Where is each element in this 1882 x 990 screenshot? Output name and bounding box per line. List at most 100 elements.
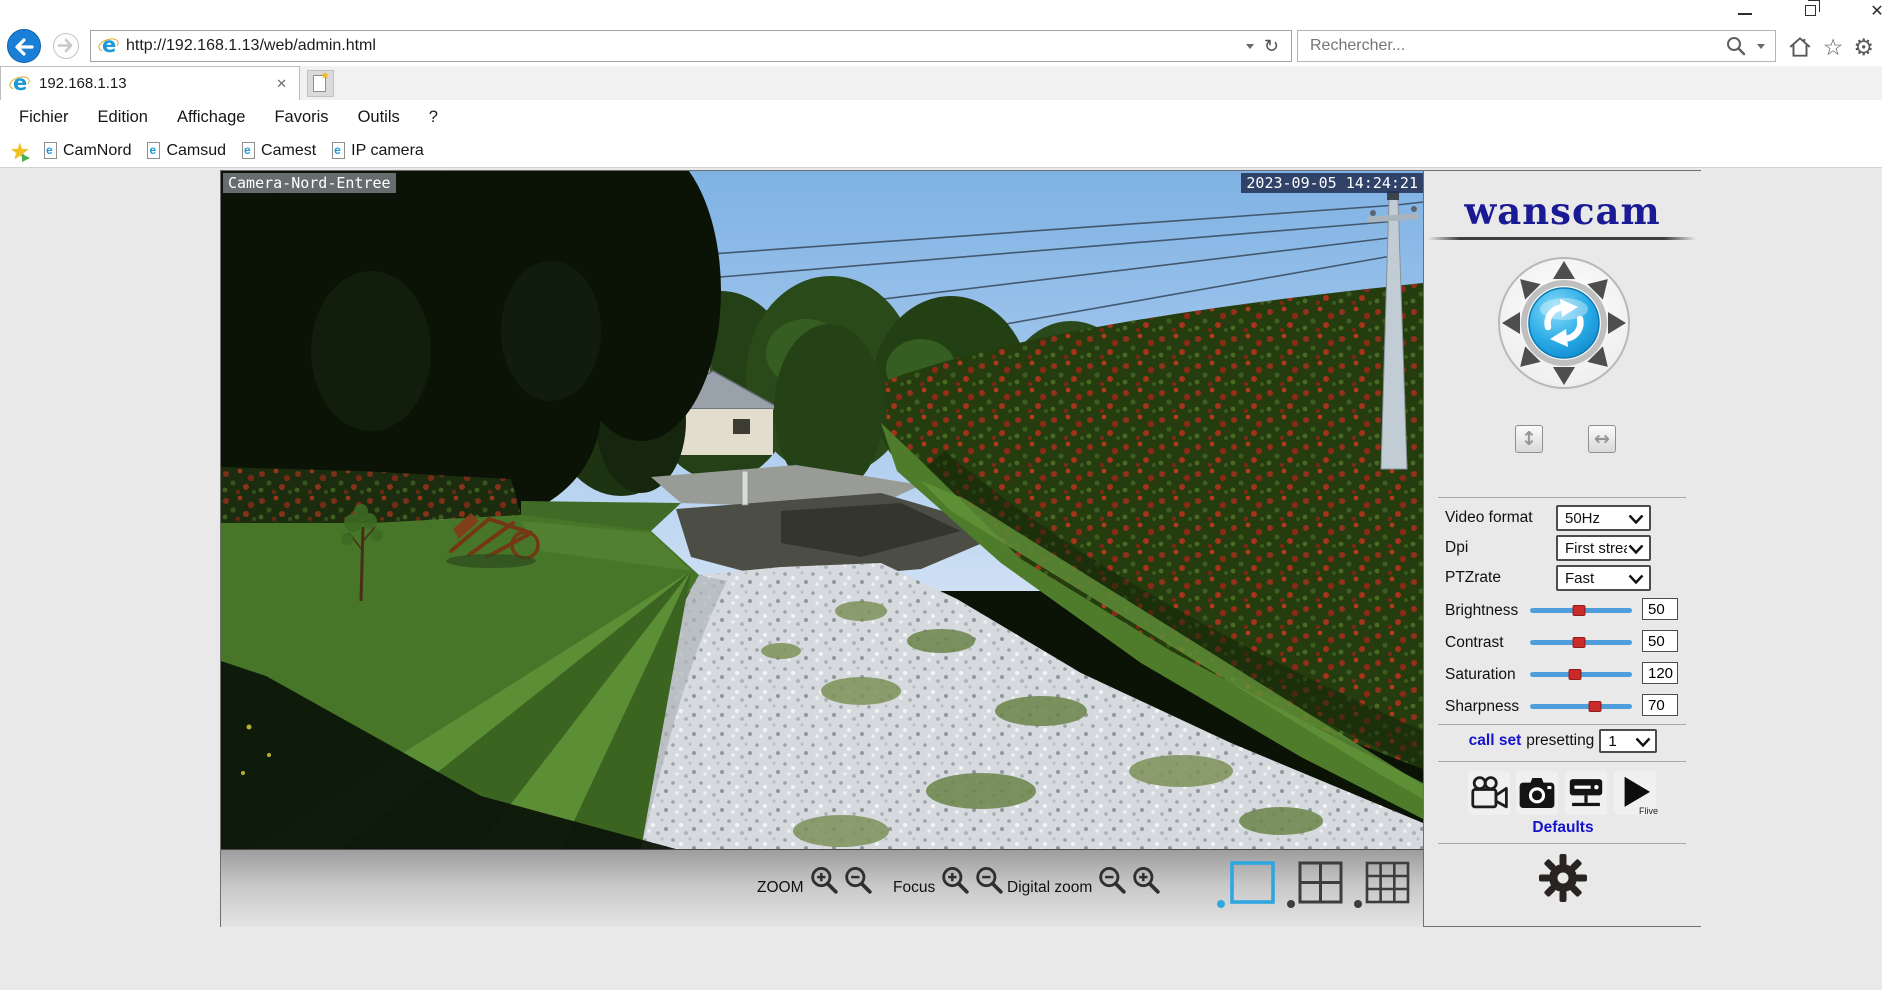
forward-button[interactable]	[53, 33, 79, 59]
chevron-down-icon	[1635, 737, 1651, 748]
brightness-value-box[interactable]	[1642, 598, 1678, 620]
tab-title: 192.168.1.13	[39, 75, 272, 92]
divider	[1438, 761, 1686, 762]
favorite-ip-camera[interactable]: e IP camera	[332, 142, 424, 160]
forward-arrow-icon	[54, 34, 77, 57]
navigation-bar: e ↻ ☆ ⚙	[0, 26, 1882, 66]
saturation-value-box[interactable]	[1642, 662, 1678, 684]
menu-favoris[interactable]: Favoris	[268, 106, 334, 129]
single-view-button[interactable]	[1229, 860, 1276, 905]
quad-view-dot	[1287, 900, 1295, 908]
favorite-camsud[interactable]: e Camsud	[147, 142, 226, 160]
record-video-button[interactable]	[1468, 771, 1510, 815]
menu-affichage[interactable]: Affichage	[171, 106, 252, 129]
slider-thumb[interactable]	[1572, 605, 1585, 616]
play-stream-button[interactable]: Flive	[1614, 771, 1656, 815]
view-layout-group	[1217, 858, 1417, 920]
nine-view-button[interactable]	[1364, 860, 1411, 905]
favorites-bar: ★ e CamNord e Camsud e Camest e IP camer…	[0, 134, 1882, 168]
contrast-slider[interactable]	[1530, 640, 1632, 645]
nine-view-dot	[1354, 900, 1362, 908]
contrast-value-box[interactable]	[1642, 630, 1678, 652]
photo-camera-icon	[1516, 771, 1558, 815]
camera-control-panel: wanscam	[1423, 171, 1701, 926]
sharpness-value-input[interactable]	[1643, 695, 1677, 715]
slider-thumb[interactable]	[1572, 637, 1585, 648]
new-tab-button[interactable]: ★	[307, 70, 334, 97]
video-scene	[221, 171, 1423, 849]
call-set-link[interactable]: call set	[1469, 732, 1522, 750]
focus-out-icon[interactable]	[973, 866, 1007, 898]
ptz-control[interactable]	[1496, 255, 1632, 391]
menu-edition[interactable]: Edition	[92, 106, 154, 129]
slider-thumb[interactable]	[1568, 669, 1581, 680]
favorites-star-icon[interactable]: ☆	[1823, 35, 1844, 59]
quad-view-button[interactable]	[1297, 860, 1344, 905]
menu-fichier[interactable]: Fichier	[13, 106, 75, 129]
contrast-label: Contrast	[1445, 634, 1504, 652]
new-tab-page-icon: ★	[313, 75, 326, 92]
add-favorite-icon[interactable]: ★	[10, 139, 36, 163]
address-input[interactable]	[126, 37, 1236, 55]
search-dropdown-icon[interactable]	[1757, 44, 1765, 49]
favorite-camest[interactable]: e Camest	[242, 142, 316, 160]
favorite-camnord[interactable]: e CamNord	[44, 142, 131, 160]
sharpness-value-box[interactable]	[1642, 694, 1678, 716]
tab-close-icon[interactable]: ✕	[272, 74, 291, 94]
storage-button[interactable]	[1565, 771, 1607, 815]
vertical-patrol-button[interactable]: ↕	[1515, 425, 1543, 453]
restore-button[interactable]	[1796, 0, 1826, 26]
refresh-icon[interactable]: ↻	[1264, 36, 1279, 57]
defaults-link[interactable]: Defaults	[1424, 819, 1702, 837]
menu-outils[interactable]: Outils	[352, 106, 406, 129]
settings-gear-icon[interactable]: ⚙	[1853, 35, 1874, 59]
digital-zoom-in-icon[interactable]	[1130, 866, 1164, 898]
saturation-value-input[interactable]	[1643, 663, 1677, 683]
back-button[interactable]	[7, 29, 41, 63]
slider-thumb[interactable]	[1589, 701, 1602, 712]
zoom-in-icon[interactable]	[808, 866, 842, 898]
restore-icon	[1805, 5, 1816, 16]
close-button[interactable]: ✕	[1862, 0, 1882, 26]
search-input[interactable]	[1298, 37, 1725, 55]
camera-name-overlay: Camera-Nord-Entree	[223, 173, 396, 193]
brightness-value-input[interactable]	[1643, 599, 1677, 619]
minimize-button[interactable]	[1730, 0, 1760, 26]
sharpness-slider[interactable]	[1530, 704, 1632, 709]
tab-active[interactable]: e 192.168.1.13 ✕	[0, 66, 300, 100]
address-bar[interactable]: e ↻	[90, 30, 1292, 62]
tab-bar: e 192.168.1.13 ✕ ★	[0, 66, 1882, 100]
ptzrate-label: PTZrate	[1445, 569, 1501, 587]
video-toolbar: ZOOM Focus	[221, 849, 1423, 927]
zoom-label: ZOOM	[757, 879, 804, 897]
digital-zoom-out-icon[interactable]	[1096, 866, 1130, 898]
chevron-down-icon	[1628, 514, 1644, 525]
zoom-out-icon[interactable]	[842, 866, 876, 898]
focus-in-icon[interactable]	[939, 866, 973, 898]
contrast-value-input[interactable]	[1643, 631, 1677, 651]
saturation-slider[interactable]	[1530, 672, 1632, 677]
search-icon[interactable]	[1725, 35, 1747, 57]
search-bar[interactable]	[1297, 30, 1776, 62]
snapshot-button[interactable]	[1516, 771, 1558, 815]
divider	[1428, 237, 1696, 240]
menu-help[interactable]: ?	[423, 106, 444, 129]
divider	[1438, 724, 1686, 725]
ptzrate-select[interactable]: Fast	[1556, 565, 1651, 591]
home-icon[interactable]	[1787, 34, 1813, 60]
video-format-select[interactable]: 50Hz	[1556, 505, 1651, 531]
favorite-page-icon: e	[332, 142, 345, 159]
horizontal-patrol-button[interactable]: ↔	[1588, 425, 1616, 453]
brightness-slider[interactable]	[1530, 608, 1632, 613]
dpi-select[interactable]: First strea	[1556, 535, 1651, 561]
storage-device-icon	[1565, 771, 1607, 815]
settings-gear-button[interactable]	[1538, 853, 1588, 903]
camera-video-view[interactable]: Camera-Nord-Entree 2023-09-05 14:24:21	[221, 171, 1423, 849]
brightness-label: Brightness	[1445, 602, 1518, 620]
address-dropdown-icon[interactable]	[1246, 44, 1254, 49]
presetting-select[interactable]: 1	[1599, 729, 1657, 753]
saturation-label: Saturation	[1445, 666, 1516, 684]
chevron-down-icon	[1628, 544, 1644, 555]
ptz-center-button[interactable]	[1529, 288, 1599, 358]
browser-quick-icons: ☆ ⚙	[1787, 34, 1874, 60]
